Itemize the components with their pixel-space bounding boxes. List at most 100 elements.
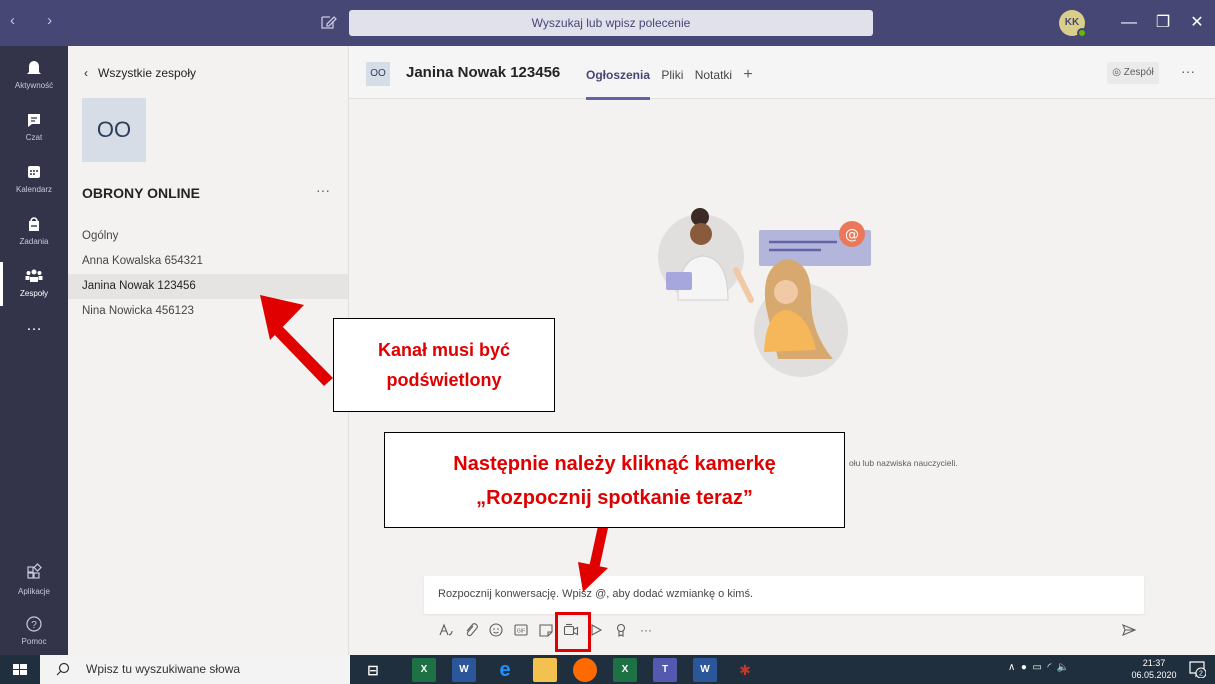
user-avatar[interactable]: KK <box>1059 10 1087 38</box>
apps-icon <box>27 563 42 579</box>
notification-center-icon[interactable]: 2 <box>1188 660 1206 678</box>
excel-icon[interactable]: X <box>412 658 436 682</box>
teams-icon <box>25 269 43 282</box>
rail-item-chat[interactable]: Czat <box>0 102 68 154</box>
all-teams-link[interactable]: ‹ Wszystkie zespoły <box>84 66 196 80</box>
rail-item-calendar[interactable]: Kalendarz <box>0 154 68 206</box>
search-icon <box>56 662 70 676</box>
channel-list: Ogólny Anna Kowalska 654321 Janina Nowak… <box>68 224 348 324</box>
calendar-icon <box>28 166 40 178</box>
bell-icon <box>27 61 41 76</box>
praise-icon[interactable] <box>609 618 633 642</box>
tab-posts[interactable]: Ogłoszenia <box>586 68 651 100</box>
help-icon: ? <box>26 616 42 632</box>
callout-text-line: „Rozpocznij spotkanie teraz” <box>476 487 753 509</box>
channel-item[interactable]: Nina Nowicka 456123 <box>68 299 348 324</box>
format-icon[interactable] <box>434 618 458 642</box>
assignments-icon <box>29 217 39 231</box>
svg-text:@: @ <box>845 227 859 243</box>
back-forward-arrows[interactable]: ‹ › <box>10 12 66 29</box>
windows-taskbar: Wpisz tu wyszukiwane słowa ⊟ X W e X T W… <box>0 655 1215 684</box>
more-icon: … <box>26 317 42 334</box>
stream-icon[interactable] <box>584 618 608 642</box>
callout-text-line: podświetlony <box>386 370 502 390</box>
taskbar-clock[interactable]: 21:37 06.05.2020 <box>1131 657 1177 681</box>
more-tools-icon[interactable]: ··· <box>634 618 658 642</box>
task-view-icon[interactable]: ⊟ <box>361 658 385 682</box>
edge-icon[interactable]: e <box>493 658 517 682</box>
rail-label: Kalendarz <box>15 185 53 194</box>
compose-box[interactable]: Rozpocznij konwersację. Wpisz @, aby dod… <box>424 576 1144 614</box>
team-more-options-icon[interactable]: ··· <box>316 182 330 198</box>
firefox-icon[interactable] <box>573 658 597 682</box>
command-search-box[interactable]: Wyszukaj lub wpisz polecenie <box>349 10 873 36</box>
rail-item-assignments[interactable]: Zadania <box>0 206 68 258</box>
excel-icon[interactable]: X <box>613 658 637 682</box>
windows-start-icon[interactable] <box>0 655 40 684</box>
rail-item-help[interactable]: ? Pomoc <box>0 606 68 658</box>
channel-tabs: Ogłoszenia Pliki Notatki + <box>586 66 753 100</box>
title-bar: ‹ › Wyszukaj lub wpisz polecenie KK — ❐ … <box>0 0 1215 46</box>
rail-label: Czat <box>25 133 43 142</box>
all-teams-label: Wszystkie zespoły <box>98 66 197 80</box>
emoji-icon[interactable] <box>484 618 508 642</box>
tab-notes[interactable]: Notatki <box>695 68 732 82</box>
team-sidebar: ‹ Wszystkie zespoły OO OBRONY ONLINE ··· … <box>68 46 349 655</box>
rail-item-activity[interactable]: Aktywność <box>0 50 68 102</box>
system-tray[interactable]: ∧ ● ▭ ◜ 🔈 <box>1008 662 1069 673</box>
meet-now-icon[interactable] <box>555 612 591 652</box>
annotation-callout-channel: Kanał musi być podświetlony <box>333 318 555 412</box>
callout-text-line: Kanał musi być <box>377 340 511 360</box>
close-button[interactable]: ✕ <box>1184 10 1210 36</box>
annotation-callout-camera: Następnie należy kliknąć kamerkę „Rozpoc… <box>384 432 845 528</box>
rail-item-more[interactable]: … <box>0 308 68 360</box>
channel-team-avatar: OO <box>366 62 390 86</box>
team-button[interactable]: ◎ Zespół <box>1107 62 1159 84</box>
gif-icon[interactable]: GIF <box>509 618 533 642</box>
minimize-button[interactable]: — <box>1116 10 1142 36</box>
app-icon[interactable]: ✱ <box>733 658 757 682</box>
channel-title: Janina Nowak 123456 <box>406 64 561 81</box>
team-avatar: OO <box>82 98 146 162</box>
channel-header: OO Janina Nowak 123456 Ogłoszenia Pliki … <box>349 46 1215 100</box>
rail-label: Zadania <box>19 237 49 246</box>
compose-placeholder: Rozpocznij konwersację. Wpisz @, aby dod… <box>438 588 754 600</box>
channel-item-general[interactable]: Ogólny <box>68 224 348 249</box>
compose-toolbar: GIF ··· <box>434 612 659 652</box>
app-rail: Aktywność Czat Kalendarz Zadania Zespoły… <box>0 46 68 655</box>
rail-label: Zespoły <box>19 289 48 298</box>
restore-button[interactable]: ❐ <box>1150 10 1176 36</box>
channel-item[interactable]: Anna Kowalska 654321 <box>68 249 348 274</box>
avatar-initials: KK <box>1064 17 1080 28</box>
clock-time: 21:37 <box>1142 658 1166 668</box>
chat-icon <box>28 114 40 127</box>
rail-label: Aplikacje <box>17 587 50 596</box>
send-icon[interactable] <box>1121 622 1137 638</box>
channel-item-selected[interactable]: Janina Nowak 123456 <box>68 274 348 299</box>
file-explorer-icon[interactable] <box>533 658 557 682</box>
chevron-left-icon: ‹ <box>84 66 88 80</box>
rail-item-apps[interactable]: Aplikacje <box>0 556 68 608</box>
add-tab-icon[interactable]: + <box>743 66 752 84</box>
team-name: OBRONY ONLINE <box>82 185 200 201</box>
clock-date: 06.05.2020 <box>1131 670 1177 680</box>
taskbar-search-placeholder: Wpisz tu wyszukiwane słowa <box>86 662 241 676</box>
tab-files[interactable]: Pliki <box>661 68 683 82</box>
presence-status-icon <box>1077 28 1087 38</box>
empty-state-text: ołu lub nazwiska nauczycieli. <box>849 458 958 468</box>
taskbar-search[interactable]: Wpisz tu wyszukiwane słowa <box>40 655 350 684</box>
svg-text:GIF: GIF <box>517 629 525 635</box>
channel-more-options-icon[interactable]: ··· <box>1181 63 1195 79</box>
word-icon[interactable]: W <box>693 658 717 682</box>
callout-text-line: Następnie należy kliknąć kamerkę <box>453 453 776 475</box>
rail-label: Pomoc <box>21 637 47 646</box>
rail-item-teams[interactable]: Zespoły <box>0 258 68 310</box>
teams-icon[interactable]: T <box>653 658 677 682</box>
attach-icon[interactable] <box>459 618 483 642</box>
notification-count: 2 <box>1199 671 1203 678</box>
svg-text:?: ? <box>31 620 37 631</box>
welcome-illustration: @ <box>658 208 871 377</box>
rail-label: Aktywność <box>14 81 54 90</box>
word-icon[interactable]: W <box>452 658 476 682</box>
new-chat-icon[interactable] <box>318 12 338 32</box>
